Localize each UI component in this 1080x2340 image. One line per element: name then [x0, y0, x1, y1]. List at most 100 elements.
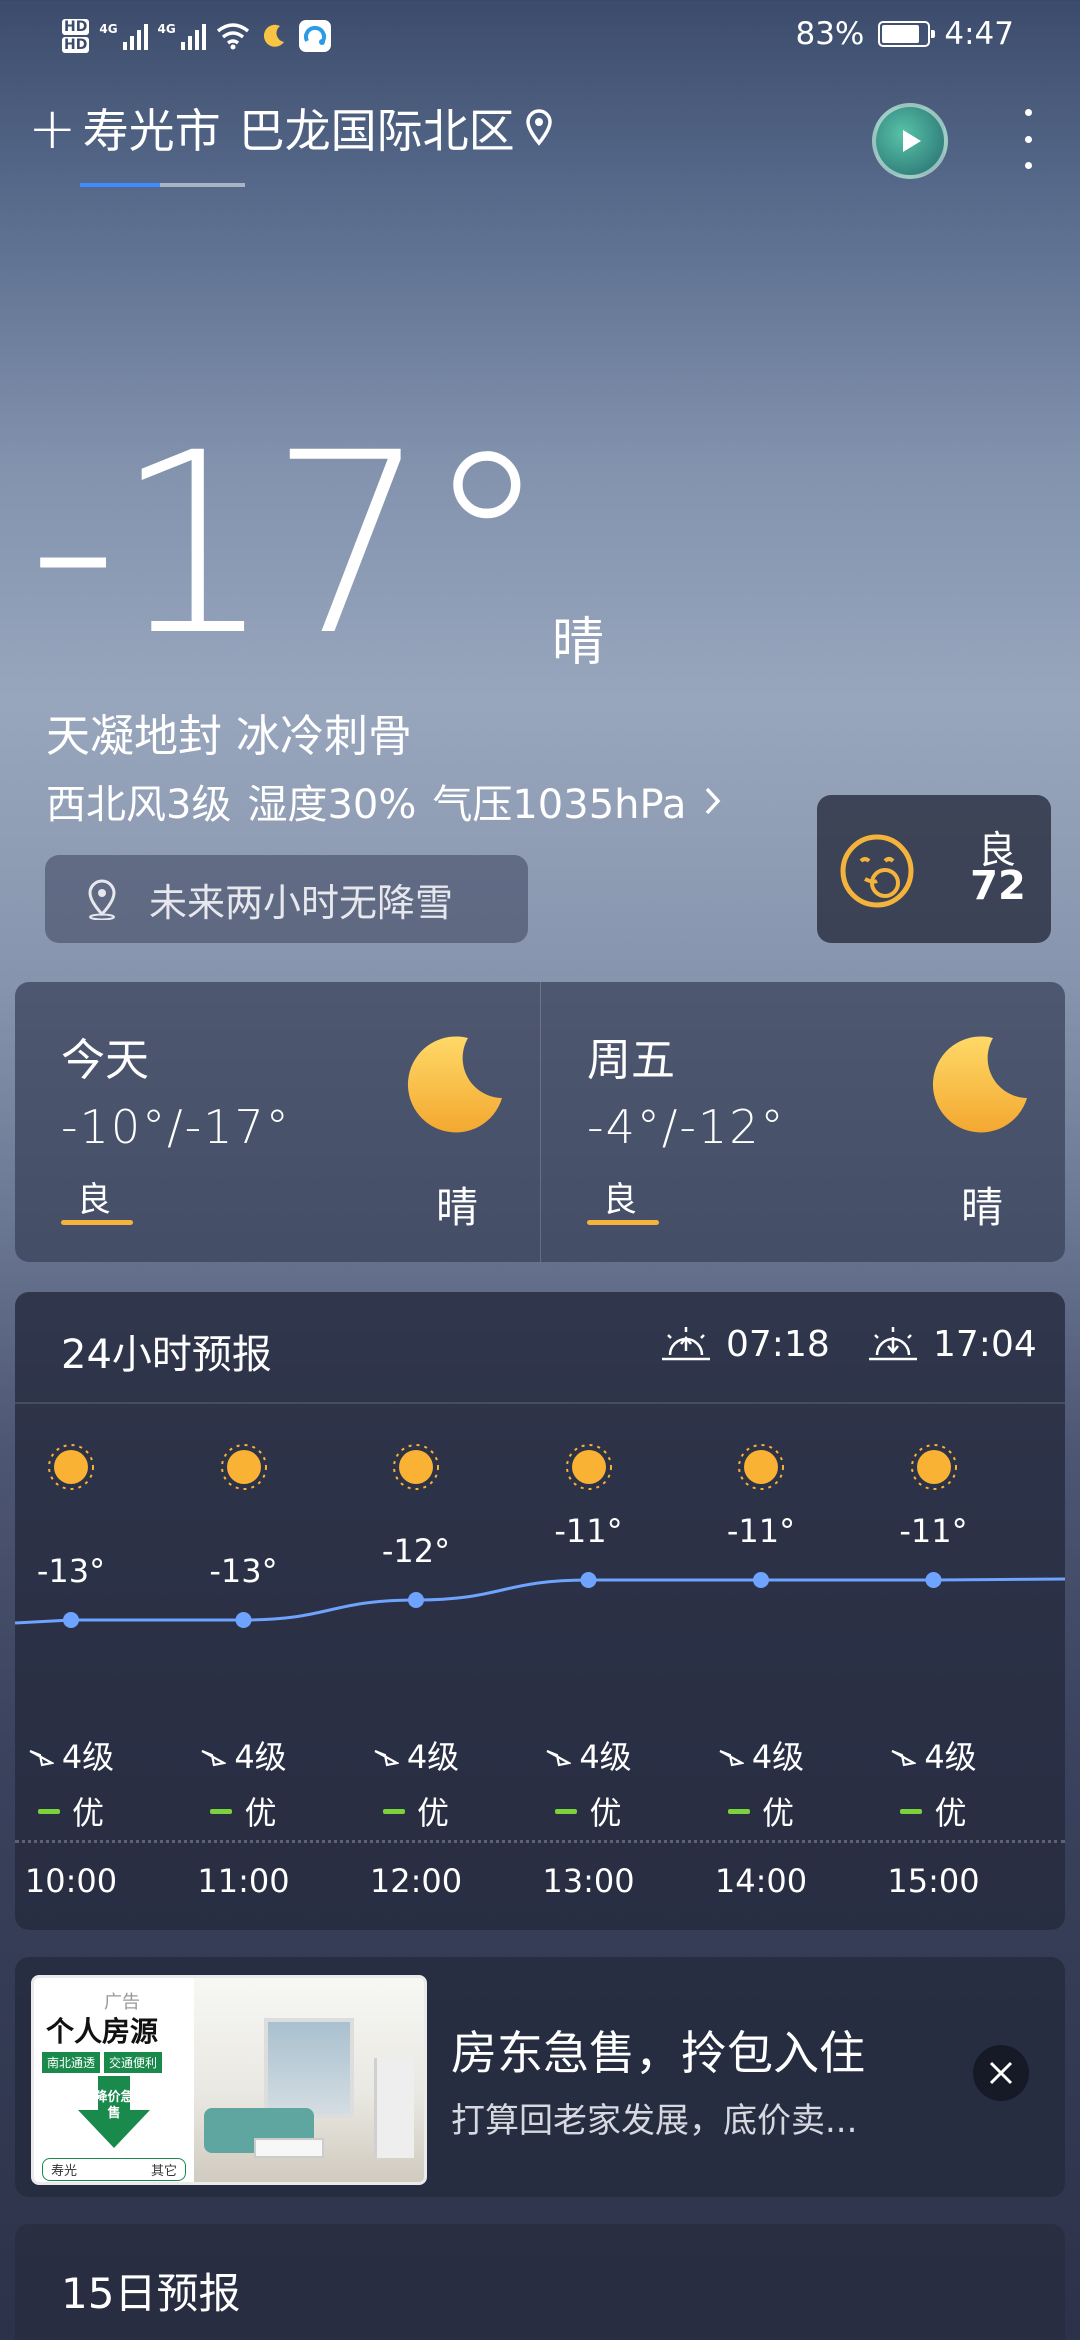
more-menu-icon[interactable] [1018, 109, 1038, 169]
hourly-air-quality: 优 [160, 1788, 328, 1834]
wind-level: 4级 [924, 1738, 977, 1776]
battery-icon [878, 21, 936, 47]
day-name: 今天 [61, 1035, 149, 1086]
precipitation-notice[interactable]: 未来两小时无降雪 [45, 855, 528, 943]
day-card-friday[interactable]: 周五 -4°/-12° 良 晴 [540, 982, 1065, 1262]
wind-level: 4级 [234, 1738, 287, 1776]
hourly-temp: -11° [554, 1512, 623, 1550]
aqi-face-icon [840, 834, 914, 908]
hourly-time: 10:00 [24, 1862, 118, 1900]
wind-direction-icon [719, 1749, 744, 1767]
fifteen-day-section[interactable]: 15日预报 [15, 2224, 1065, 2340]
aqi-card[interactable]: 良 72 [817, 795, 1051, 943]
ad-brand: 个人房源 [46, 2015, 159, 2048]
city-name[interactable]: 寿光市 [83, 95, 221, 161]
weather-description: 天凝地封 冰冷刺骨 [46, 711, 412, 762]
clock: 4:47 [944, 16, 1014, 52]
hourly-air-quality: 优 [505, 1788, 673, 1834]
pressure-info: 气压1035hPa [432, 782, 687, 828]
signal-icon-2: 4G [158, 22, 206, 50]
app-notification-icon [298, 20, 331, 52]
hd2-label: HD [62, 37, 90, 53]
hourly-wind: 4级 [850, 1732, 1018, 1778]
day-name: 周五 [587, 1035, 675, 1086]
ad-promo: 降价急售 [94, 2090, 134, 2121]
chevron-right-icon [706, 787, 721, 815]
hourly-temp: -13° [209, 1552, 278, 1590]
location-pin-icon [525, 109, 552, 146]
moon-status-icon [263, 24, 284, 47]
hourly-column: -13° 4级优 11:00 [160, 1292, 320, 1930]
sun-icon [738, 1444, 784, 1490]
current-condition: 晴 [552, 613, 605, 673]
network-type-1: 4G [99, 22, 118, 36]
video-avatar-button[interactable] [872, 103, 948, 179]
wind-level: 4级 [579, 1738, 632, 1776]
ad-image[interactable]: 广告 个人房源 南北通透 交通便利 降价急售 寿光 其它 [31, 1975, 427, 2185]
hourly-time: 14:00 [714, 1862, 808, 1900]
sun-icon [910, 1444, 957, 1490]
weather-details[interactable]: 西北风3级 湿度30% 气压1035hPa [46, 772, 724, 830]
wind-level: 4级 [406, 1738, 460, 1776]
hourly-air-quality: 优 [15, 1788, 155, 1834]
hourly-column: -11° 4级优 13:00 [505, 1292, 665, 1930]
room-photo [194, 1978, 424, 2182]
wind-direction-icon [29, 1749, 54, 1767]
sun-icon [48, 1444, 94, 1490]
close-icon [989, 2061, 1013, 2085]
ad-foot-city: 寿光 [51, 2164, 78, 2179]
hourly-forecast-panel[interactable]: 24小时预报 07:18 17:04 -13° 4级优 10:00 -13° 4级优 11… [15, 1292, 1065, 1930]
day-air-quality: 良 [77, 1180, 111, 1220]
add-city-icon[interactable]: + [28, 98, 77, 158]
humidity-info: 湿度30% [247, 782, 417, 828]
play-icon [903, 130, 921, 152]
day-condition: 晴 [960, 1183, 1003, 1232]
ad-foot-other: 其它 [150, 2164, 177, 2179]
hourly-temp: -12° [381, 1532, 451, 1570]
air-quality-label: 优 [589, 1794, 622, 1832]
battery-percent: 83% [795, 16, 865, 52]
sun-icon [220, 1444, 267, 1490]
fifteen-day-title: 15日预报 [61, 2269, 241, 2318]
hourly-wind: 4级 [677, 1732, 845, 1778]
hourly-wind: 4级 [505, 1732, 673, 1778]
precip-notice-text: 未来两小时无降雪 [149, 880, 454, 925]
hourly-column: -11° 4级优 15:00 [850, 1292, 1010, 1930]
air-quality-label: 优 [934, 1794, 967, 1832]
hourly-air-quality: 优 [332, 1788, 500, 1834]
hourly-time: 12:00 [369, 1862, 463, 1900]
aqi-value: 72 [970, 863, 1026, 909]
wind-level: 4级 [61, 1738, 115, 1776]
air-quality-label: 优 [416, 1794, 449, 1832]
day-card-today[interactable]: 今天 -10°/-17° 良 晴 [15, 982, 540, 1262]
wifi-icon [216, 23, 249, 50]
air-quality-bar [587, 1220, 659, 1225]
hourly-air-quality: 优 [850, 1788, 1018, 1834]
hourly-temp: -11° [726, 1512, 796, 1550]
hourly-column: -13° 4级优 10:00 [15, 1292, 147, 1930]
location-header: + 寿光市 巴龙国际北区 [28, 95, 1058, 187]
day-condition: 晴 [435, 1183, 478, 1232]
ad-title[interactable]: 房东急售，拎包入住 [451, 2017, 865, 2083]
moon-icon [407, 1036, 502, 1133]
close-ad-button[interactable] [973, 2045, 1029, 2101]
hourly-air-quality: 优 [677, 1788, 845, 1834]
signal-icon: 4G [99, 22, 148, 50]
district-name[interactable]: 巴龙国际北区 [239, 95, 515, 161]
air-quality-bar [61, 1220, 133, 1225]
day-forecast-cards: 今天 -10°/-17° 良 晴 周五 -4°/-12° 良 晴 [15, 982, 1065, 1262]
hourly-time: 13:00 [542, 1862, 635, 1900]
ad-tag: 南北通透 [42, 2052, 101, 2073]
ad-footer: 寿光 其它 [42, 2158, 186, 2181]
ad-banner[interactable]: 广告 个人房源 南北通透 交通便利 降价急售 寿光 其它 房东急售，拎包入住 打… [15, 1957, 1065, 2197]
hd-indicator: HD HD [62, 17, 90, 55]
hourly-wind: 4级 [15, 1732, 155, 1778]
wind-direction-icon [546, 1749, 572, 1767]
page-indicator [80, 183, 245, 187]
ad-subtitle[interactable]: 打算回老家发展，底价卖... [451, 2093, 857, 2142]
moon-icon [932, 1036, 1027, 1133]
day-temp-range: -10°/-17° [61, 1100, 291, 1154]
current-temperature: -17° [28, 399, 549, 690]
air-quality-label: 优 [71, 1794, 104, 1832]
air-quality-label: 优 [244, 1794, 277, 1832]
